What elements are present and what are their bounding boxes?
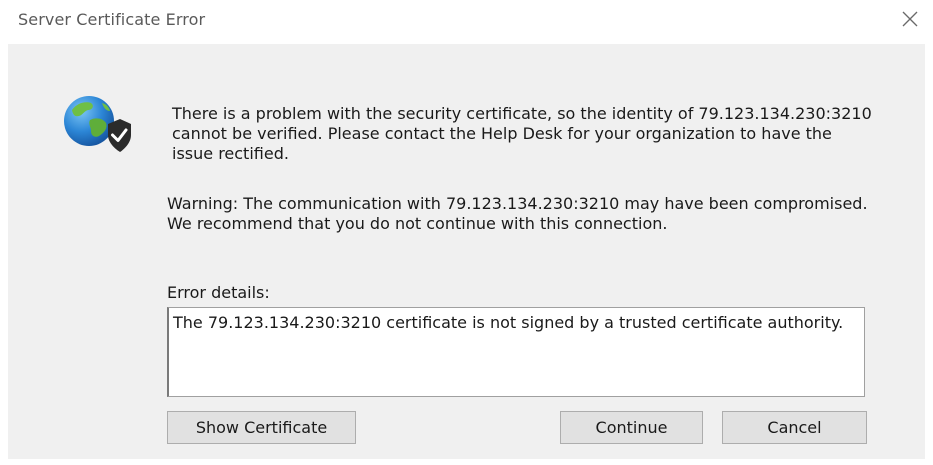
error-details-label: Error details:: [167, 283, 270, 302]
show-certificate-button[interactable]: Show Certificate: [167, 411, 356, 444]
cancel-button[interactable]: Cancel: [722, 411, 867, 444]
warning-message: Warning: The communication with 79.123.1…: [167, 194, 868, 233]
error-details-text[interactable]: The 79.123.134.230:3210 certificate is n…: [167, 307, 865, 397]
continue-button[interactable]: Continue: [560, 411, 703, 444]
title-bar: Server Certificate Error: [0, 0, 933, 42]
close-button[interactable]: [895, 4, 925, 34]
close-icon: [902, 11, 918, 27]
primary-message: There is a problem with the security cer…: [172, 104, 872, 163]
window-title: Server Certificate Error: [18, 10, 206, 29]
globe-shield-icon: [64, 96, 131, 152]
